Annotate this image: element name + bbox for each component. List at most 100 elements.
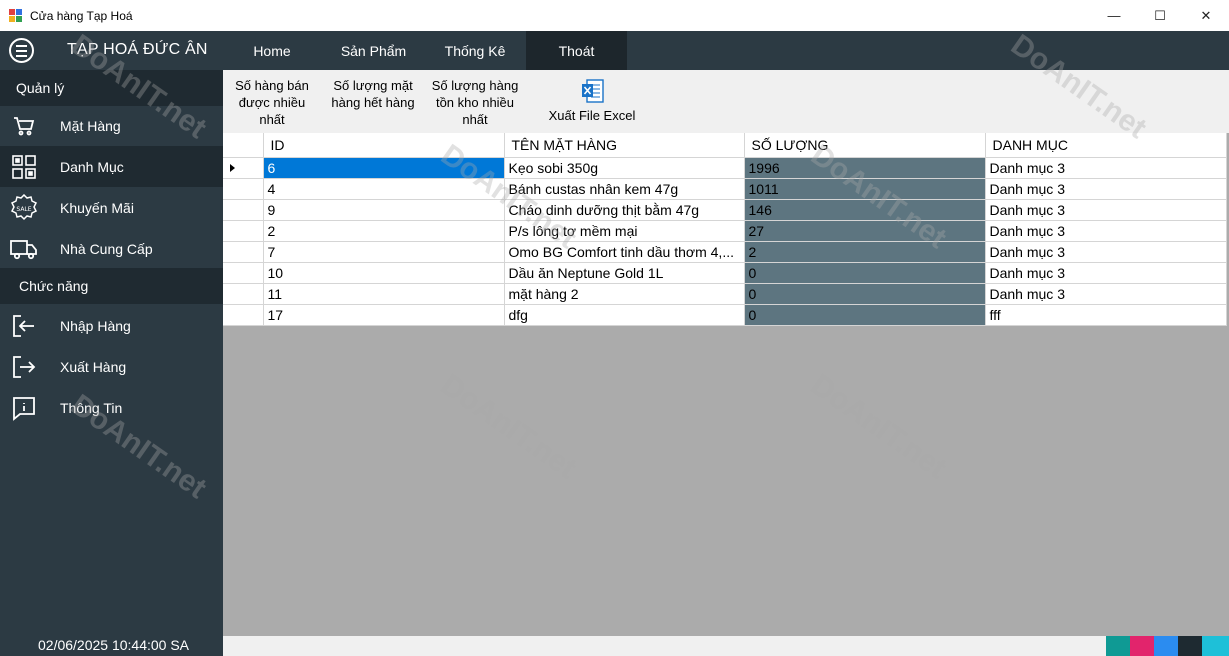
- cell-id[interactable]: 4: [263, 178, 505, 200]
- row-selector[interactable]: [223, 304, 264, 326]
- title-bar: Cửa hàng Tạp Hoá — ☐ ✕: [0, 0, 1229, 31]
- column-header-name[interactable]: TÊN MẶT HÀNG: [504, 133, 745, 158]
- cell-quantity[interactable]: 0: [744, 262, 986, 284]
- table-row[interactable]: 4 Bánh custas nhân kem 47g 1011 Danh mục…: [223, 178, 1227, 200]
- truck-icon: [10, 235, 38, 263]
- export-excel-label: Xuất File Excel: [548, 108, 636, 123]
- status-swatch: [1202, 636, 1229, 656]
- sidebar-item-label: Thông Tin: [60, 399, 123, 416]
- cell-category[interactable]: fff: [985, 304, 1227, 326]
- table-row[interactable]: 2 P/s lông tơ mềm mại 27 Danh mục 3: [223, 220, 1227, 242]
- svg-text:SALE: SALE: [16, 206, 31, 213]
- sidebar-item-label: Nhập Hàng: [60, 317, 131, 334]
- cell-id[interactable]: 2: [263, 220, 505, 242]
- cell-name[interactable]: dfg: [504, 304, 745, 326]
- out-of-stock-button[interactable]: Số lượng mặt hàng hết hàng: [329, 77, 417, 111]
- cell-name[interactable]: mặt hàng 2: [504, 283, 745, 305]
- tab-exit[interactable]: Thoát: [526, 31, 627, 70]
- column-header-id[interactable]: ID: [263, 133, 505, 158]
- grid-icon: [10, 153, 38, 181]
- table-row[interactable]: 10 Dầu ăn Neptune Gold 1L 0 Danh mục 3: [223, 262, 1227, 284]
- cell-category[interactable]: Danh mục 3: [985, 178, 1227, 200]
- sidebar-item-promotions[interactable]: SALE Khuyến Mãi: [0, 187, 223, 228]
- cell-quantity[interactable]: 2: [744, 241, 986, 263]
- tab-home[interactable]: Home: [231, 31, 313, 70]
- sidebar-item-import[interactable]: Nhập Hàng: [0, 305, 223, 346]
- table-row[interactable]: 7 Omo BG Comfort tinh dầu thơm 4,... 2 D…: [223, 241, 1227, 263]
- cell-id[interactable]: 10: [263, 262, 505, 284]
- cart-icon: [10, 112, 38, 140]
- row-selector[interactable]: [223, 283, 264, 305]
- cell-quantity[interactable]: 1996: [744, 157, 986, 179]
- excel-icon: [581, 78, 604, 103]
- cell-quantity[interactable]: 0: [744, 304, 986, 326]
- cell-name[interactable]: Bánh custas nhân kem 47g: [504, 178, 745, 200]
- table-row[interactable]: 6 Kẹo sobi 350g 1996 Danh mục 3: [223, 157, 1227, 179]
- sidebar-item-label: Danh Mục: [60, 158, 124, 175]
- table-row[interactable]: 11 mặt hàng 2 0 Danh mục 3: [223, 283, 1227, 305]
- cell-quantity[interactable]: 146: [744, 199, 986, 221]
- cell-category[interactable]: Danh mục 3: [985, 241, 1227, 263]
- status-swatch: [1130, 636, 1154, 656]
- window-title: Cửa hàng Tạp Hoá: [30, 8, 133, 23]
- sidebar-item-suppliers[interactable]: Nhà Cung Cấp: [0, 228, 223, 269]
- sidebar: Quản lý Mặt Hàng Danh Mục SALE Khuyến Mã…: [0, 70, 223, 656]
- column-header-category[interactable]: DANH MỤC: [985, 133, 1227, 158]
- tab-statistics[interactable]: Thống Kê: [428, 31, 522, 70]
- column-header-quantity[interactable]: SỐ LƯỢNG: [744, 133, 986, 158]
- close-button[interactable]: ✕: [1183, 0, 1229, 31]
- cell-id[interactable]: 9: [263, 199, 505, 221]
- cell-category[interactable]: Danh mục 3: [985, 262, 1227, 284]
- row-selector[interactable]: [223, 220, 264, 242]
- cell-quantity[interactable]: 1011: [744, 178, 986, 200]
- most-in-stock-button[interactable]: Số lượng hàng tồn kho nhiều nhất: [428, 77, 522, 128]
- sidebar-item-info[interactable]: Thông Tin: [0, 387, 223, 428]
- best-selling-button[interactable]: Số hàng bán được nhiều nhất: [229, 77, 315, 128]
- sidebar-item-label: Xuất Hàng: [60, 358, 127, 375]
- cell-category[interactable]: Danh mục 3: [985, 283, 1227, 305]
- status-swatch: [1178, 636, 1202, 656]
- minimize-button[interactable]: —: [1091, 0, 1137, 31]
- cell-category[interactable]: Danh mục 3: [985, 220, 1227, 242]
- row-selector[interactable]: [223, 157, 264, 179]
- row-selector[interactable]: [223, 178, 264, 200]
- sale-icon: SALE: [10, 193, 38, 222]
- status-swatch: [1106, 636, 1130, 656]
- table-header-row: ID TÊN MẶT HÀNG SỐ LƯỢNG DANH MỤC: [223, 133, 1227, 158]
- cell-quantity[interactable]: 0: [744, 283, 986, 305]
- import-icon: [10, 312, 38, 340]
- cell-id[interactable]: 17: [263, 304, 505, 326]
- maximize-button[interactable]: ☐: [1137, 0, 1183, 31]
- cell-category[interactable]: Danh mục 3: [985, 199, 1227, 221]
- cell-id[interactable]: 11: [263, 283, 505, 305]
- top-navbar: TẠP HOÁ ĐỨC ÂN Home Sản Phẩm Thống Kê Th…: [0, 31, 1229, 70]
- menu-icon[interactable]: [9, 38, 34, 63]
- cell-id[interactable]: 6: [263, 157, 505, 179]
- sidebar-item-export[interactable]: Xuất Hàng: [0, 346, 223, 387]
- products-table: ID TÊN MẶT HÀNG SỐ LƯỢNG DANH MỤC 6 Kẹo …: [223, 133, 1227, 326]
- cell-category[interactable]: Danh mục 3: [985, 157, 1227, 179]
- cell-name[interactable]: Kẹo sobi 350g: [504, 157, 745, 179]
- row-selector[interactable]: [223, 262, 264, 284]
- toolbar: Số hàng bán được nhiều nhất Số lượng mặt…: [223, 70, 1229, 133]
- sidebar-item-products[interactable]: Mặt Hàng: [0, 105, 223, 146]
- cell-id[interactable]: 7: [263, 241, 505, 263]
- cell-name[interactable]: Omo BG Comfort tinh dầu thơm 4,...: [504, 241, 745, 263]
- cell-name[interactable]: P/s lông tơ mềm mại: [504, 220, 745, 242]
- cell-name[interactable]: Cháo dinh dưỡng thịt bằm 47g: [504, 199, 745, 221]
- sidebar-item-categories[interactable]: Danh Mục: [0, 146, 223, 187]
- export-excel-button[interactable]: Xuất File Excel: [545, 78, 639, 123]
- row-header-corner: [223, 133, 264, 158]
- info-icon: [10, 394, 38, 422]
- table-row[interactable]: 9 Cháo dinh dưỡng thịt bằm 47g 146 Danh …: [223, 199, 1227, 221]
- row-selector[interactable]: [223, 199, 264, 221]
- status-swatch: [1154, 636, 1178, 656]
- row-selector[interactable]: [223, 241, 264, 263]
- cell-quantity[interactable]: 27: [744, 220, 986, 242]
- cell-name[interactable]: Dầu ăn Neptune Gold 1L: [504, 262, 745, 284]
- tab-products[interactable]: Sản Phẩm: [323, 31, 424, 70]
- manage-header: Quản lý: [0, 70, 223, 106]
- function-header: Chức năng: [0, 268, 223, 304]
- table-row[interactable]: 17 dfg 0 fff: [223, 304, 1227, 326]
- status-bar: [223, 636, 1229, 656]
